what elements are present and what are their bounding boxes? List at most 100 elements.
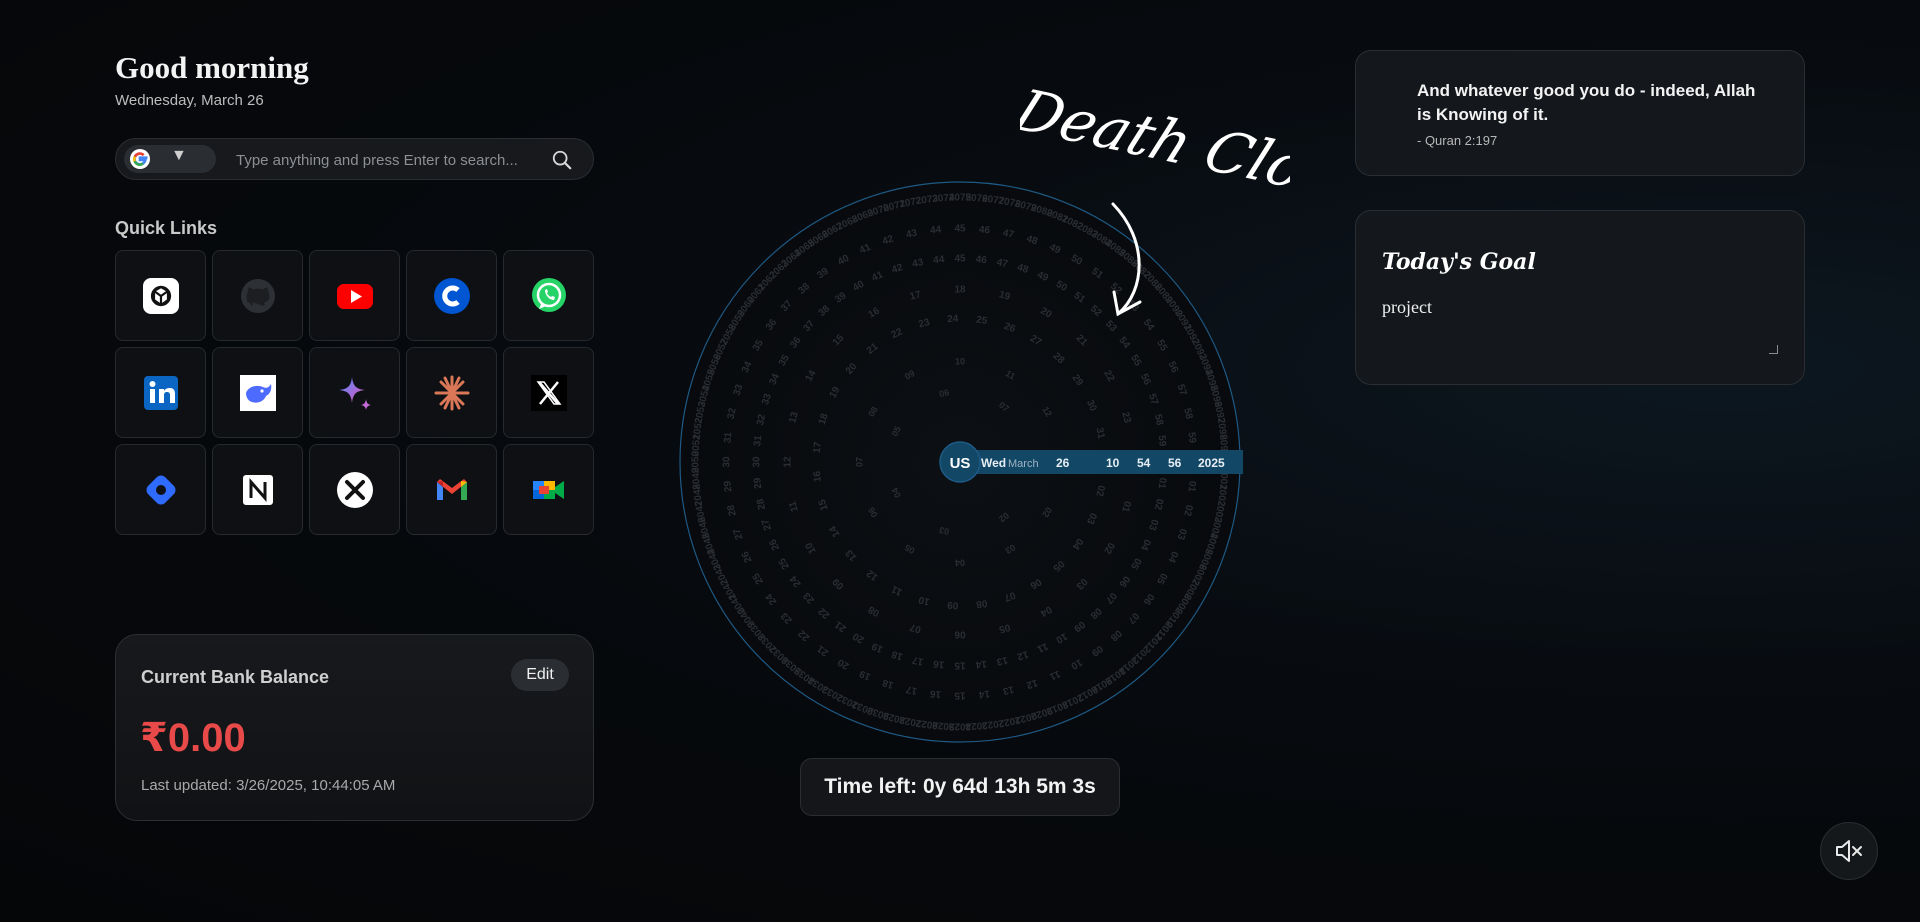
quick-links-grid — [115, 250, 594, 535]
death-clock: 2000200120022003200420052006200720082009… — [679, 181, 1243, 743]
current-hour: 10 — [1106, 456, 1120, 470]
search-bar: ▼ — [115, 138, 594, 180]
greeting-title: Good morning — [115, 50, 309, 85]
death-clock-title-text: Death Clock — [1020, 80, 1290, 190]
quote-card: And whatever good you do - indeed, Allah… — [1355, 50, 1805, 176]
quick-link-chatgpt[interactable] — [115, 250, 206, 341]
current-minute: 54 — [1137, 456, 1151, 470]
time-left: Time left: 0y 64d 13h 5m 3s — [800, 758, 1120, 816]
google-meet-icon — [532, 480, 564, 499]
clock-ring-label: 44 — [933, 254, 946, 266]
clock-ring-label: 09 — [947, 599, 959, 611]
quick-link-coursera[interactable] — [406, 250, 497, 341]
goal-card: Today's Goal : — [1355, 210, 1805, 385]
deepseek-icon — [239, 374, 276, 411]
x-icon — [530, 374, 567, 411]
clock-ring-label: 01 — [1185, 480, 1197, 493]
clock-ring-label: 30 — [722, 456, 733, 468]
clock-center-label: US — [950, 455, 971, 472]
quick-link-github[interactable] — [212, 250, 303, 341]
clock-ring-label: 01 — [1156, 477, 1168, 490]
clock-ring-label: 45 — [954, 254, 966, 265]
quick-link-deepseek[interactable] — [212, 347, 303, 438]
clock-ring-label: 17 — [812, 441, 824, 454]
clock-ring-label: 46 — [975, 254, 988, 266]
chevron-down-icon: ▼ — [171, 147, 187, 164]
clock-ring-label: 16 — [812, 470, 824, 483]
mute-button[interactable] — [1820, 822, 1878, 880]
quick-link-linkedin[interactable] — [115, 347, 206, 438]
goal-title-text: Today's Goal : — [1382, 249, 1540, 275]
clock-ring-label: 24 — [947, 314, 959, 326]
quick-link-gemini[interactable] — [309, 347, 400, 438]
quote-source: - Quran 2:197 — [1417, 133, 1498, 148]
clock-ring-label: 59 — [1156, 435, 1168, 448]
quick-links-title: Quick Links — [115, 218, 218, 238]
chatgpt-icon — [142, 277, 179, 314]
clock-ring-label: 15 — [954, 689, 966, 700]
quick-link-claude[interactable] — [406, 347, 497, 438]
quote-text: And whatever good you do - indeed, Allah… — [1417, 81, 1756, 124]
perplexity-icon — [336, 471, 373, 508]
clock-ring-label: 59 — [1186, 432, 1198, 445]
clock-ring-label: 29 — [752, 477, 764, 490]
bank-last-updated: Last updated: 3/26/2025, 10:44:05 AM — [141, 777, 396, 794]
clock-ring-label: 46 — [978, 224, 991, 236]
youtube-icon — [336, 283, 373, 309]
clock-ring-label: 31 — [752, 434, 764, 447]
edit-balance-button[interactable]: Edit — [511, 659, 569, 691]
goal-input[interactable] — [1380, 295, 1789, 361]
clock-ring-label: 15 — [954, 659, 966, 670]
clock-ring-label: 31 — [722, 431, 734, 444]
copilot-icon — [146, 475, 175, 504]
resize-grip-icon[interactable] — [1769, 345, 1778, 354]
clock-ring-label: 12 — [783, 456, 794, 468]
quick-link-perplexity[interactable] — [309, 444, 400, 535]
clock-ring-label: 45 — [954, 224, 966, 235]
quick-link-whatsapp[interactable] — [503, 250, 594, 341]
coursera-icon — [433, 277, 470, 314]
clock-ring-label: 14 — [978, 688, 991, 700]
clock-ring-label: 06 — [954, 628, 966, 639]
quick-link-x[interactable] — [503, 347, 594, 438]
quick-link-google-meet[interactable] — [503, 444, 594, 535]
search-engine-selector[interactable]: ▼ — [124, 145, 216, 173]
gmail-icon — [436, 478, 467, 500]
quick-link-gmail[interactable] — [406, 444, 497, 535]
google-icon — [130, 149, 150, 169]
goal-title: Today's Goal : — [1382, 249, 1540, 275]
notion-icon — [240, 472, 275, 507]
speaker-muted-icon — [1836, 840, 1862, 862]
clock-ring-label: 16 — [929, 687, 942, 699]
clock-ring-label: 25 — [975, 314, 988, 327]
clock-ring-label: 07 — [854, 457, 864, 467]
clock-ring-label: 29 — [722, 480, 734, 493]
whatsapp-icon — [531, 277, 566, 312]
bank-balance-title: Current Bank Balance — [141, 667, 330, 687]
current-weekday: Wed — [981, 456, 1006, 470]
quick-link-notion[interactable] — [212, 444, 303, 535]
bank-balance-amount: ₹0.00 — [140, 716, 246, 760]
current-second: 56 — [1168, 456, 1182, 470]
greeting-date: Wednesday, March 26 — [115, 92, 264, 109]
clock-ring-label: 30 — [752, 456, 763, 468]
clock-ring-label: 04 — [955, 558, 965, 568]
current-day: 26 — [1056, 456, 1070, 470]
clock-ring-label: 10 — [955, 356, 965, 366]
death-clock-title: Death Clock — [1020, 80, 1290, 190]
claude-icon — [434, 375, 469, 410]
quick-link-copilot[interactable] — [115, 444, 206, 535]
github-icon — [240, 278, 275, 313]
current-year: 2025 — [1198, 456, 1225, 470]
clock-ring-label: 16 — [932, 658, 945, 670]
clock-ring-label: 44 — [930, 224, 943, 236]
gemini-icon — [338, 376, 371, 410]
linkedin-icon — [143, 375, 178, 410]
clock-ring-label: 18 — [954, 285, 966, 296]
search-input[interactable] — [234, 145, 558, 175]
current-month: March — [1008, 458, 1039, 470]
clock-ring-label: 08 — [975, 597, 988, 610]
quick-link-youtube[interactable] — [309, 250, 400, 341]
bank-balance-card: Current Bank Balance Edit ₹0.00 Last upd… — [115, 634, 594, 821]
search-icon[interactable] — [551, 149, 573, 171]
